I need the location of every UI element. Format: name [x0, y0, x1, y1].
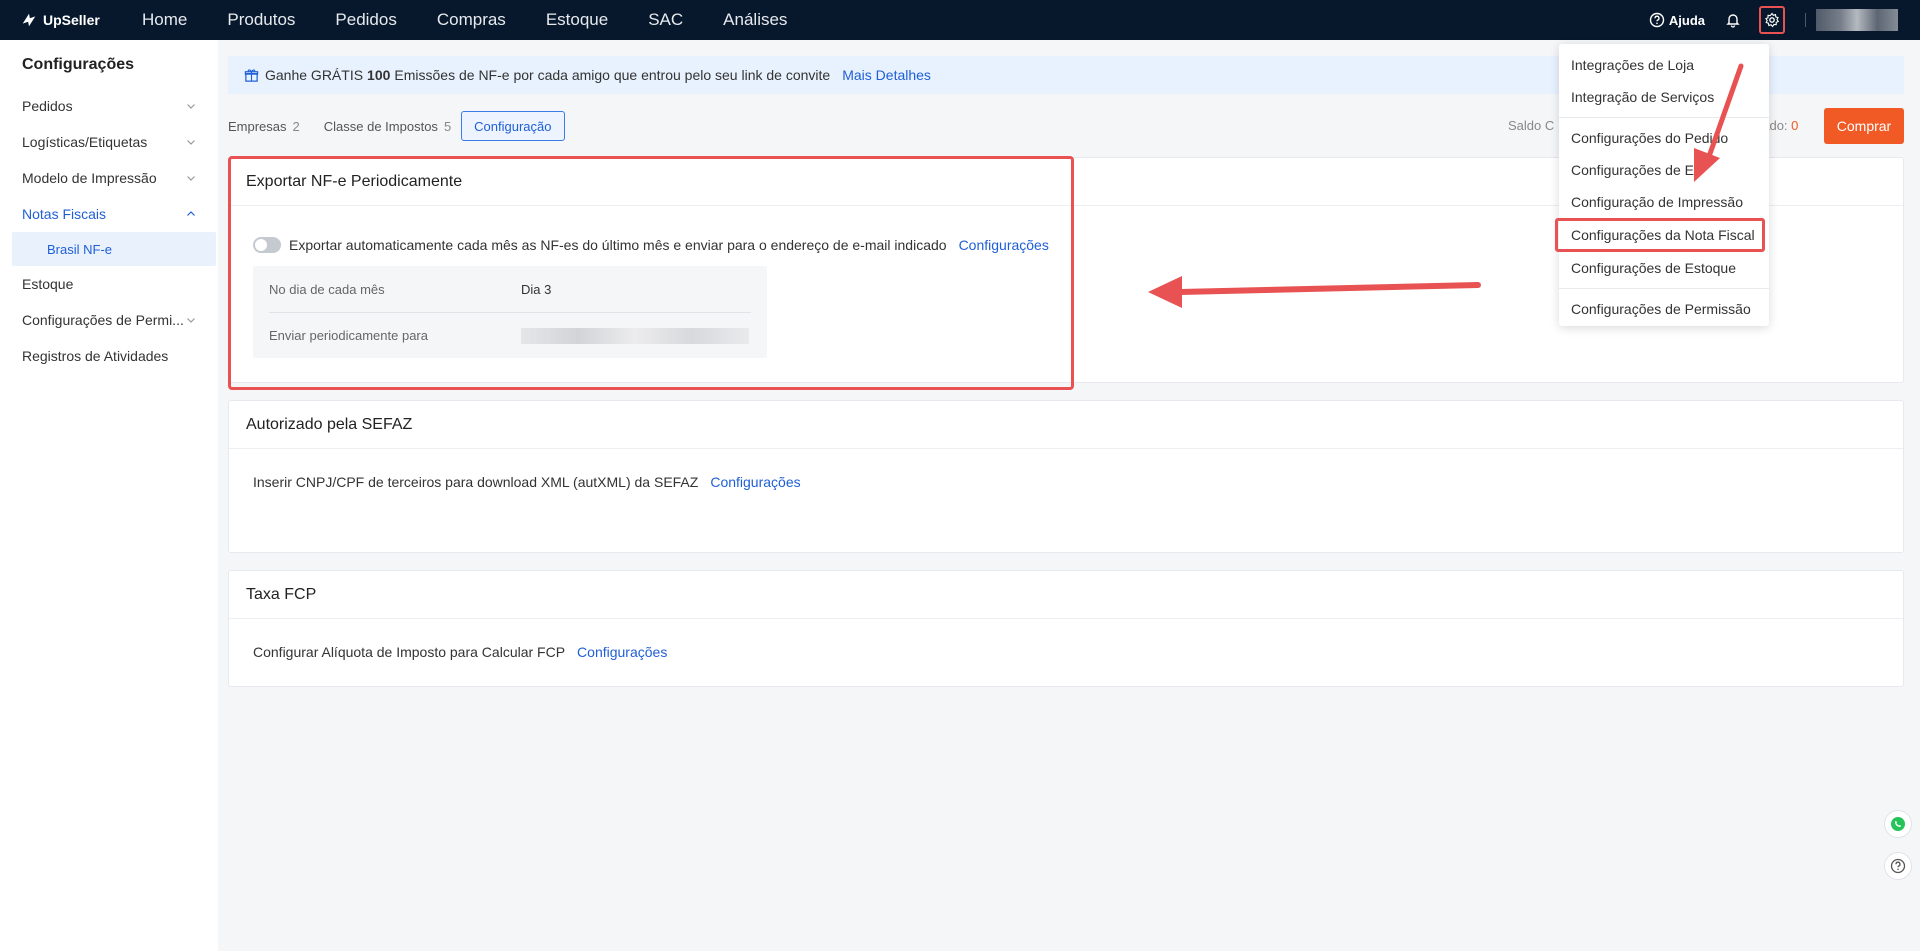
whatsapp-button[interactable]: [1884, 810, 1912, 838]
help-float-button[interactable]: [1884, 852, 1912, 880]
whatsapp-icon: [1891, 817, 1905, 831]
annotation-arrows: [1148, 63, 1744, 308]
arrow-left-icon: [1148, 276, 1481, 308]
arrow-down-icon: [1694, 63, 1744, 182]
question-icon: [1890, 858, 1906, 874]
